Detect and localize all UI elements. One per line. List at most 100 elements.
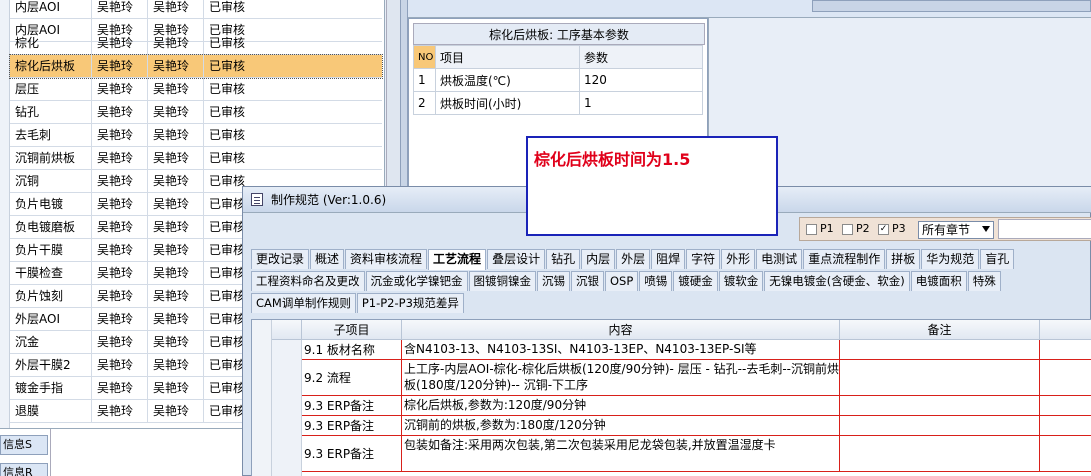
cell-content: 包装如备注:采用两次包装,第二次包装采用尼龙袋包装,并放置温湿度卡: [402, 436, 840, 471]
header-content[interactable]: 内容: [402, 320, 840, 340]
tab-overview[interactable]: 概述: [310, 249, 345, 269]
tab-osp[interactable]: OSP: [605, 271, 639, 291]
tab-process-flow[interactable]: 工艺流程: [428, 249, 487, 270]
cell-remark[interactable]: [840, 436, 1040, 471]
tab-key-process[interactable]: 重点流程制作: [803, 249, 886, 269]
parameter-header-row: NO 项目 参数: [413, 45, 703, 69]
tab-nickel-free-gold[interactable]: 无镍电镀金(含硬金、软金): [764, 271, 910, 291]
tab-plating-area[interactable]: 电镀面积: [910, 271, 967, 291]
grid-row-gutter: [252, 320, 272, 476]
cell-sub-item: 9.1 板材名称: [302, 340, 402, 359]
parameter-row[interactable]: 1 烘板温度(℃) 120: [413, 68, 703, 92]
cell-content: 棕化后烘板,参数为:120度/90分钟: [402, 396, 840, 415]
table-row[interactable]: 9.3 ERP备注 包装如备注:采用两次包装,第二次包装采用尼龙袋包装,并放置温…: [302, 436, 1091, 472]
chapter-select[interactable]: 所有章节: [918, 221, 994, 239]
list-row[interactable]: 沉铜前烘板 吴艳玲 吴艳玲 已审核: [10, 147, 382, 170]
list-row[interactable]: 钻孔 吴艳玲 吴艳玲 已审核: [10, 101, 382, 124]
tab-pattern-plating[interactable]: 图镀铜镍金: [468, 271, 536, 291]
header-item: 项目: [435, 45, 580, 69]
parameter-value[interactable]: 120: [579, 68, 703, 92]
table-row[interactable]: 9.1 板材名称 含N4103-13、N4103-13SI、N4103-13EP…: [302, 340, 1091, 360]
parameter-row[interactable]: 2 烘板时间(小时) 1: [413, 91, 703, 115]
row-indicator-gutter: [0, 0, 10, 428]
p3-label: P3: [892, 222, 906, 235]
parameter-table: NO 项目 参数 1 烘板温度(℃) 120 2 烘板时间(小时) 1: [413, 45, 703, 115]
header-value: 参数: [579, 45, 703, 69]
tab-data-review[interactable]: 资料审核流程: [345, 249, 428, 269]
parameter-value[interactable]: 1: [579, 91, 703, 115]
table-row[interactable]: 9.3 ERP备注 棕化后烘板,参数为:120度/90分钟: [302, 396, 1091, 416]
tab-info-s[interactable]: 信息S: [0, 435, 48, 455]
tab-electrical-test[interactable]: 电测试: [756, 249, 803, 269]
tab-panelization[interactable]: 拼板: [886, 249, 921, 269]
tab-row-main: 更改记录 概述 资料审核流程 工艺流程 叠层设计 钻孔 内层 外层 阻焊 字符 外形 电测试 重点流程制…: [251, 249, 1015, 270]
parameter-no: 2: [413, 91, 436, 115]
tab-stackup[interactable]: 叠层设计: [487, 249, 546, 269]
list-row-selected[interactable]: 棕化后烘板 吴艳玲 吴艳玲 已审核: [9, 54, 383, 79]
header-extra: [1040, 320, 1091, 340]
p1-checkbox[interactable]: [806, 224, 817, 235]
grid-vertical-scrollbar[interactable]: [272, 340, 302, 476]
tab-immersion-silver[interactable]: 沉银: [571, 271, 604, 291]
cell-extra: [1040, 360, 1091, 395]
tab-row-tertiary: CAM调单制作规则 P1-P2-P3规范差异: [251, 293, 465, 313]
tab-solder-mask[interactable]: 阻焊: [651, 249, 686, 269]
table-row[interactable]: 9.2 流程 上工序-内层AOI-棕化-棕化后烘板(120度/90分钟)- 层压…: [302, 360, 1091, 396]
tab-outer-layer[interactable]: 外层: [616, 249, 651, 269]
tab-outline[interactable]: 外形: [721, 249, 756, 269]
tab-hasl[interactable]: 喷锡: [639, 271, 673, 291]
cell-remark[interactable]: [840, 360, 1040, 395]
tab-naming[interactable]: 工程资料命名及更改: [251, 271, 365, 291]
p3-checkbox[interactable]: ✓: [878, 224, 889, 235]
p2-label: P2: [856, 222, 870, 235]
tab-inner-layer[interactable]: 内层: [581, 249, 616, 269]
chapter-select-value: 所有章节: [922, 223, 971, 237]
tab-p-level-diff[interactable]: P1-P2-P3规范差异: [356, 293, 464, 313]
tab-legend[interactable]: 字符: [686, 249, 721, 269]
table-row[interactable]: 9.3 ERP备注 沉铜前的烘板,参数为:180度/120分钟: [302, 416, 1091, 436]
list-row[interactable]: 层压 吴艳玲 吴艳玲 已审核: [10, 78, 382, 101]
tab-info-r[interactable]: 信息R: [0, 463, 48, 476]
cell-remark[interactable]: [840, 340, 1040, 359]
cell-extra: [1040, 416, 1091, 435]
tab-hard-gold[interactable]: 镀硬金: [673, 271, 718, 291]
tab-huawei-spec[interactable]: 华为规范: [921, 249, 980, 269]
tab-special[interactable]: 特殊: [967, 271, 1001, 291]
grid-corner-header: [272, 320, 302, 340]
header-sub-item[interactable]: 子项目: [302, 320, 402, 340]
tab-cam-rules[interactable]: CAM调单制作规则: [251, 293, 356, 313]
list-row[interactable]: 内层AOI 吴艳玲 吴艳玲 已审核: [10, 0, 382, 19]
tab-change-log[interactable]: 更改记录: [251, 249, 310, 269]
cell-extra: [1040, 436, 1091, 471]
header-no: NO: [413, 45, 436, 69]
cell-remark[interactable]: [840, 416, 1040, 435]
bottom-left-panel: 信息S 信息R: [0, 428, 242, 476]
list-row[interactable]: 棕化 吴艳玲 吴艳玲 已审核: [10, 32, 382, 55]
spec-content-grid: 子项目 内容 备注 9.1 板材名称 含N4103-13、N4103-13SI、…: [251, 319, 1091, 476]
document-icon: [251, 193, 263, 206]
parameter-item: 烘板温度(℃): [435, 68, 580, 92]
cell-sub-item: 9.3 ERP备注: [302, 416, 402, 435]
tab-soft-gold[interactable]: 镀软金: [718, 271, 764, 291]
tab-drilling[interactable]: 钻孔: [546, 249, 581, 269]
header-remark[interactable]: 备注: [840, 320, 1040, 340]
list-row[interactable]: 去毛刺 吴艳玲 吴艳玲 已审核: [10, 124, 382, 147]
cell-extra: [1040, 340, 1091, 359]
annotation-note: 棕化后烘板时间为1.5: [526, 136, 778, 236]
spec-window-title: 制作规范 (Ver:1.0.6): [271, 193, 387, 207]
tab-row-secondary: 工程资料命名及更改 沉金或化学镍钯金 图镀铜镍金 沉锡 沉银 OSP 喷锡 镀硬金 镀软金 无镍电…: [251, 271, 1002, 291]
top-horizontal-scrollbar[interactable]: [812, 0, 1091, 12]
parameter-panel-title: 棕化后烘板: 工序基本参数: [413, 23, 705, 45]
cell-remark[interactable]: [840, 396, 1040, 415]
chevron-down-icon: [982, 226, 990, 232]
cell-content: 含N4103-13、N4103-13SI、N4103-13EP、N4103-13…: [402, 340, 840, 359]
tab-immersion-tin[interactable]: 沉锡: [537, 271, 570, 291]
p1-label: P1: [820, 222, 834, 235]
tab-blind-via[interactable]: 盲孔: [980, 249, 1015, 269]
annotation-note-text: 棕化后烘板时间为1.5: [534, 150, 691, 169]
p2-checkbox[interactable]: [842, 224, 853, 235]
search-input[interactable]: [998, 219, 1091, 239]
parameter-item: 烘板时间(小时): [435, 91, 580, 115]
tab-enig-enepig[interactable]: 沉金或化学镍钯金: [365, 271, 468, 291]
cell-content: 沉铜前的烘板,参数为:180度/120分钟: [402, 416, 840, 435]
